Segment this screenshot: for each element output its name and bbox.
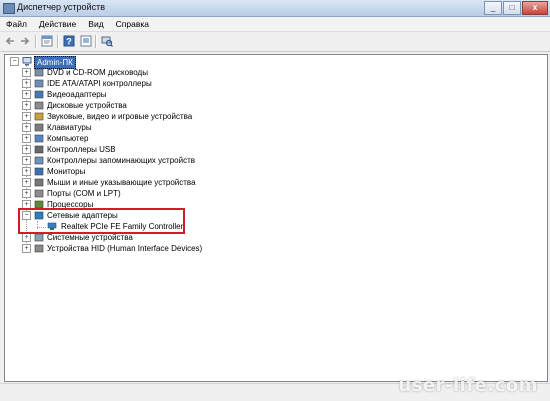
- menu-file[interactable]: Файл: [0, 17, 33, 31]
- dvd-drive-icon: [34, 68, 44, 77]
- tree-category-label: Компьютер: [47, 134, 89, 143]
- collapse-toggle[interactable]: −: [10, 57, 19, 66]
- expand-toggle[interactable]: +: [22, 244, 31, 253]
- tree-category-label: Порты (COM и LPT): [47, 189, 121, 198]
- hid-icon: [34, 244, 44, 253]
- tree-category-label: Устройства HID (Human Interface Devices): [47, 244, 203, 253]
- window-title: Диспетчер устройств: [17, 2, 105, 12]
- mouse-icon: [34, 178, 44, 187]
- monitor-icon: [34, 167, 44, 176]
- expand-toggle[interactable]: +: [22, 112, 31, 121]
- tree-category-label: Контроллеры запоминающих устройств: [47, 156, 195, 165]
- minimize-button[interactable]: _: [484, 1, 502, 15]
- storage-controller-icon: [34, 156, 44, 165]
- back-arrow-icon[interactable]: [4, 35, 16, 47]
- window-controls: _ □ x: [484, 1, 548, 15]
- system-device-icon: [34, 233, 44, 242]
- watermark: user-life.com: [398, 375, 538, 396]
- ide-controller-icon: [34, 79, 44, 88]
- tree-category-label: DVD и CD-ROM дисководы: [47, 68, 148, 77]
- expand-toggle[interactable]: +: [22, 101, 31, 110]
- computer-icon: [34, 134, 44, 143]
- disk-drive-icon: [34, 101, 44, 110]
- tree-category-label: Мониторы: [47, 167, 86, 176]
- expand-toggle[interactable]: +: [22, 233, 31, 242]
- usb-icon: [34, 145, 44, 154]
- maximize-button[interactable]: □: [503, 1, 521, 15]
- title-bar[interactable]: Диспетчер устройств _ □ x: [0, 0, 550, 17]
- menu-bar: Файл Действие Вид Справка: [0, 17, 550, 32]
- svg-text:?: ?: [66, 37, 72, 47]
- tree-category-label: Контроллеры USB: [47, 145, 116, 154]
- scan-hardware-icon[interactable]: [101, 35, 113, 47]
- close-button[interactable]: x: [522, 1, 548, 15]
- port-icon: [34, 189, 44, 198]
- expand-toggle[interactable]: +: [22, 134, 31, 143]
- toolbar: ?: [0, 32, 550, 52]
- expand-toggle[interactable]: +: [22, 167, 31, 176]
- menu-view[interactable]: Вид: [82, 17, 109, 31]
- device-tree-pane[interactable]: − Admin-ПК + DVD и CD-ROM дисководы + IDE A…: [4, 54, 548, 382]
- expand-toggle[interactable]: +: [22, 123, 31, 132]
- menu-help[interactable]: Справка: [110, 17, 155, 31]
- device-manager-window: Диспетчер устройств _ □ x Файл Действие …: [0, 0, 550, 401]
- expand-toggle[interactable]: +: [22, 68, 31, 77]
- toolbar-separator: [57, 35, 59, 48]
- expand-toggle[interactable]: +: [22, 178, 31, 187]
- tree-category-label: Дисковые устройства: [47, 101, 127, 110]
- keyboard-icon: [34, 123, 44, 132]
- computer-icon: [22, 57, 32, 66]
- device-manager-icon: [3, 3, 15, 14]
- show-tree-icon[interactable]: [80, 35, 92, 47]
- tree-category-label: Мыши и иные указывающие устройства: [47, 178, 196, 187]
- tree-category-label: Видеоадаптеры: [47, 90, 107, 99]
- help-icon[interactable]: ?: [63, 35, 75, 47]
- menu-action[interactable]: Действие: [33, 17, 82, 31]
- expand-toggle[interactable]: +: [22, 189, 31, 198]
- forward-arrow-icon[interactable]: [19, 35, 31, 47]
- expand-toggle[interactable]: +: [22, 90, 31, 99]
- expand-toggle[interactable]: +: [22, 156, 31, 165]
- highlight-box: [18, 208, 185, 234]
- tree-category-label: Звуковые, видео и игровые устройства: [47, 112, 193, 121]
- toolbar-separator: [35, 35, 37, 48]
- tree-category-label: IDE ATA/ATAPI контроллеры: [47, 79, 152, 88]
- expand-toggle[interactable]: +: [22, 145, 31, 154]
- display-adapter-icon: [34, 90, 44, 99]
- toolbar-separator: [95, 35, 97, 48]
- sound-icon: [34, 112, 44, 121]
- tree-category-label: Клавиатуры: [47, 123, 92, 132]
- properties-icon[interactable]: [41, 35, 53, 47]
- expand-toggle[interactable]: +: [22, 79, 31, 88]
